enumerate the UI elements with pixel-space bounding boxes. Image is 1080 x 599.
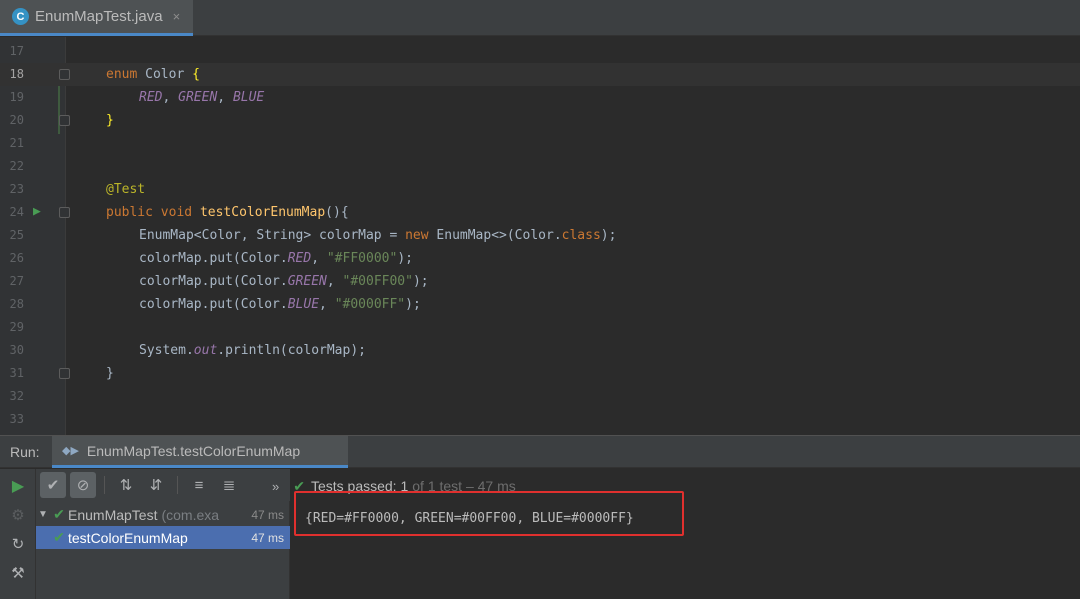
code-text: } bbox=[106, 113, 114, 128]
run-header: Run: ◆▶ EnumMapTest.testColorEnumMap bbox=[0, 436, 1080, 468]
line-number: 18 bbox=[9, 67, 24, 81]
line-number: 25 bbox=[9, 228, 24, 242]
code-line[interactable]: 22 bbox=[0, 155, 1080, 178]
line-number: 24 bbox=[9, 205, 24, 219]
show-ignored-icon[interactable]: ⊘ bbox=[70, 472, 96, 498]
line-number: 23 bbox=[9, 182, 24, 196]
toolbar-separator bbox=[177, 476, 178, 494]
run-side-toolbar: ▶ ⚙ ↻ ⚒ bbox=[0, 469, 36, 599]
console-output[interactable]: {RED=#FF0000, GREEN=#00FF00, BLUE=#0000F… bbox=[290, 491, 1080, 599]
close-icon[interactable]: × bbox=[173, 9, 181, 24]
test-results-tree: ▼ ✔ EnumMapTest (com.exa 47 ms ✔ testCol… bbox=[36, 501, 290, 599]
code-line[interactable]: 27 colorMap.put(Color.GREEN, "#00FF00"); bbox=[0, 270, 1080, 293]
code-text: colorMap.put(Color.RED, "#FF0000"); bbox=[139, 251, 413, 266]
run-label: Run: bbox=[10, 444, 40, 460]
line-number: 17 bbox=[9, 44, 24, 58]
tab-title: EnumMapTest.java bbox=[35, 8, 163, 25]
code-line[interactable]: 25 EnumMap<Color, String> colorMap = new… bbox=[0, 224, 1080, 247]
line-number: 22 bbox=[9, 159, 24, 173]
test-class-package: (com.exa bbox=[161, 506, 220, 523]
line-number: 29 bbox=[9, 320, 24, 334]
line-number: 33 bbox=[9, 412, 24, 426]
test-class-name: EnumMapTest bbox=[68, 506, 158, 523]
code-line[interactable]: 18 enum Color { bbox=[0, 63, 1080, 86]
chevron-down-icon[interactable]: ▼ bbox=[36, 509, 50, 520]
toolbar-separator bbox=[104, 476, 105, 494]
test-duration: 47 ms bbox=[251, 530, 284, 545]
test-class-node[interactable]: ▼ ✔ EnumMapTest (com.exa 47 ms bbox=[36, 503, 290, 526]
editor-tab-bar: C EnumMapTest.java × bbox=[0, 0, 1080, 36]
code-line[interactable]: 30 System.out.println(colorMap); bbox=[0, 339, 1080, 362]
line-number: 31 bbox=[9, 366, 24, 380]
code-line[interactable]: 23 @Test bbox=[0, 178, 1080, 201]
code-text: EnumMap<Color, String> colorMap = new En… bbox=[139, 228, 617, 243]
console-output-text: {RED=#FF0000, GREEN=#00FF00, BLUE=#0000F… bbox=[305, 511, 634, 526]
line-number: 27 bbox=[9, 274, 24, 288]
wrench-icon[interactable]: ⚒ bbox=[8, 563, 28, 583]
rerun-failed-icon[interactable]: ↻ bbox=[8, 534, 28, 554]
line-number: 28 bbox=[9, 297, 24, 311]
code-line[interactable]: 19 RED, GREEN, BLUE bbox=[0, 86, 1080, 109]
code-text: RED, GREEN, BLUE bbox=[139, 90, 265, 105]
test-duration: 47 ms bbox=[251, 507, 284, 522]
code-text: public void testColorEnumMap(){ bbox=[106, 205, 349, 220]
code-text: colorMap.put(Color.BLUE, "#0000FF"); bbox=[139, 297, 421, 312]
code-text: System.out.println(colorMap); bbox=[139, 343, 366, 358]
sort-by-duration-icon[interactable]: ⇵ bbox=[143, 472, 169, 498]
java-class-icon: C bbox=[12, 8, 29, 25]
code-line[interactable]: 28 colorMap.put(Color.BLUE, "#0000FF"); bbox=[0, 293, 1080, 316]
more-icon[interactable]: » bbox=[272, 479, 279, 494]
expand-all-icon[interactable]: ≡ bbox=[186, 472, 212, 498]
code-editor[interactable]: 17 18 enum Color { 19 RED, GREEN, BLUE 2… bbox=[0, 37, 1080, 435]
show-passed-icon[interactable]: ✔ bbox=[40, 472, 66, 498]
code-text: @Test bbox=[106, 182, 146, 197]
test-method-node[interactable]: ✔ testColorEnumMap 47 ms bbox=[36, 526, 290, 549]
run-tool-window: Run: ◆▶ EnumMapTest.testColorEnumMap ▶ ⚙… bbox=[0, 435, 1080, 599]
line-number: 32 bbox=[9, 389, 24, 403]
rerun-icon[interactable]: ▶ bbox=[8, 476, 28, 496]
code-line[interactable]: 20 } bbox=[0, 109, 1080, 132]
code-text: } bbox=[106, 366, 114, 381]
line-number: 21 bbox=[9, 136, 24, 150]
code-line[interactable]: 24 ▶ public void testColorEnumMap(){ bbox=[0, 201, 1080, 224]
code-line[interactable]: 33 bbox=[0, 408, 1080, 431]
passed-check-icon: ✔ bbox=[53, 529, 65, 545]
run-test-gutter-icon[interactable]: ▶ bbox=[33, 205, 47, 219]
run-tab-title: EnumMapTest.testColorEnumMap bbox=[86, 442, 301, 459]
line-number: 26 bbox=[9, 251, 24, 265]
collapse-all-icon[interactable]: ≣ bbox=[216, 472, 242, 498]
code-line[interactable]: 29 bbox=[0, 316, 1080, 339]
line-number: 19 bbox=[9, 90, 24, 104]
tab-enummaptest-java[interactable]: C EnumMapTest.java × bbox=[0, 0, 193, 36]
code-line[interactable]: 21 bbox=[0, 132, 1080, 155]
code-line[interactable]: 17 bbox=[0, 40, 1080, 63]
run-config-icon: ◆▶ bbox=[62, 445, 79, 457]
test-method-name: testColorEnumMap bbox=[68, 529, 188, 546]
code-line[interactable]: 32 bbox=[0, 385, 1080, 408]
line-number: 30 bbox=[9, 343, 24, 357]
code-line[interactable]: 31 } bbox=[0, 362, 1080, 385]
code-line[interactable]: 26 colorMap.put(Color.RED, "#FF0000"); bbox=[0, 247, 1080, 270]
code-text: enum Color { bbox=[106, 67, 200, 82]
run-configuration-tab[interactable]: ◆▶ EnumMapTest.testColorEnumMap bbox=[52, 436, 348, 468]
line-number: 20 bbox=[9, 113, 24, 127]
fold-icon[interactable] bbox=[59, 207, 70, 218]
debug-icon[interactable]: ⚙ bbox=[8, 505, 28, 525]
test-tree-toolbar: ✔ ⊘ ⇅ ⇵ ≡ ≣ bbox=[36, 469, 290, 501]
passed-check-icon: ✔ bbox=[53, 506, 65, 522]
code-text: colorMap.put(Color.GREEN, "#00FF00"); bbox=[139, 274, 429, 289]
fold-icon[interactable] bbox=[59, 115, 70, 126]
fold-icon[interactable] bbox=[59, 69, 70, 80]
sort-alphabetically-icon[interactable]: ⇅ bbox=[113, 472, 139, 498]
fold-icon[interactable] bbox=[59, 368, 70, 379]
